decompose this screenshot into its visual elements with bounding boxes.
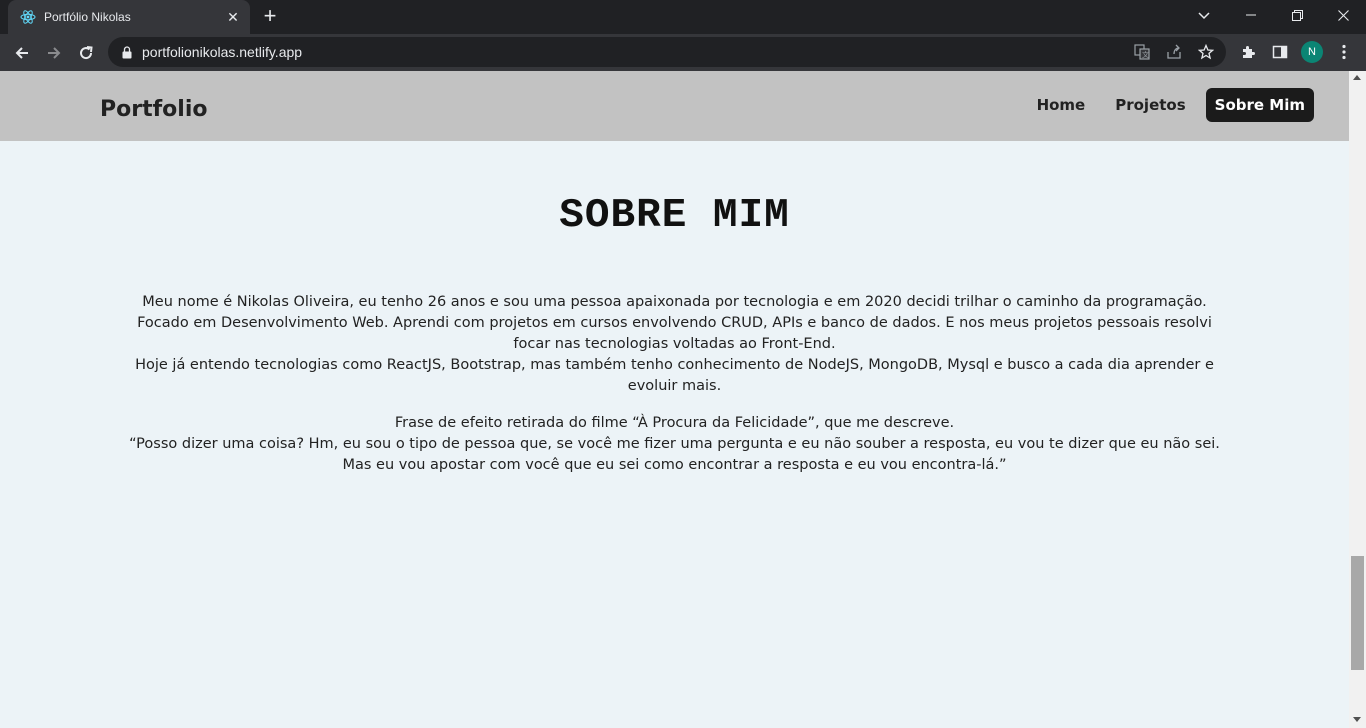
scroll-down-arrow-icon[interactable]: [1353, 717, 1361, 722]
extensions-puzzle-icon[interactable]: [1234, 37, 1262, 67]
share-icon[interactable]: [1162, 40, 1186, 64]
page-scrollbar[interactable]: [1349, 71, 1366, 728]
about-paragraph-1: Meu nome é Nikolas Oliveira, eu tenho 26…: [137, 294, 1212, 352]
menu-kebab-icon[interactable]: [1330, 37, 1358, 67]
url-text[interactable]: portfolionikolas.netlify.app: [142, 44, 1130, 60]
browser-tab[interactable]: Portfólio Nikolas ✕: [8, 0, 250, 34]
avatar: N: [1301, 41, 1323, 63]
site-navbar: Portfolio Home Projetos Sobre Mim: [0, 71, 1349, 141]
movie-quote: “Posso dizer uma coisa? Hm, eu sou o tip…: [129, 436, 1220, 473]
forward-button[interactable]: [38, 37, 70, 69]
new-tab-button[interactable]: +: [258, 5, 282, 29]
tab-close-icon[interactable]: ✕: [224, 8, 242, 26]
restore-button[interactable]: [1274, 0, 1320, 30]
address-bar[interactable]: portfolionikolas.netlify.app 文: [108, 37, 1226, 67]
bookmark-star-icon[interactable]: [1194, 40, 1218, 64]
profile-avatar[interactable]: N: [1298, 37, 1326, 67]
page-title: SOBRE MIM: [559, 193, 790, 239]
lock-icon[interactable]: [120, 45, 134, 59]
site-brand[interactable]: Portfolio: [100, 97, 208, 122]
about-content: Meu nome é Nikolas Oliveira, eu tenho 26…: [125, 292, 1224, 476]
page-viewport: Portfolio Home Projetos Sobre Mim SOBRE …: [0, 71, 1366, 728]
react-favicon-icon: [20, 9, 36, 25]
site-menu: Home Projetos Sobre Mim: [1017, 88, 1314, 122]
back-button[interactable]: [6, 37, 38, 69]
close-window-button[interactable]: [1320, 0, 1366, 30]
browser-toolbar: portfolionikolas.netlify.app 文 N: [0, 34, 1366, 71]
scroll-thumb[interactable]: [1351, 556, 1364, 670]
svg-text:文: 文: [1142, 50, 1149, 59]
side-panel-icon[interactable]: [1266, 37, 1294, 67]
nav-link-projetos[interactable]: Projetos: [1105, 88, 1195, 122]
about-paragraph-2: Hoje já entendo tecnologias como ReactJS…: [135, 357, 1214, 394]
nav-link-home[interactable]: Home: [1027, 88, 1096, 122]
scroll-up-arrow-icon[interactable]: [1353, 75, 1361, 80]
tab-strip: Portfólio Nikolas ✕ +: [0, 0, 1366, 34]
tab-title: Portfólio Nikolas: [44, 10, 131, 24]
tab-search-chevron-icon[interactable]: [1192, 6, 1216, 26]
nav-link-sobre-mim[interactable]: Sobre Mim: [1205, 88, 1314, 122]
reload-button[interactable]: [70, 37, 102, 69]
minimize-button[interactable]: [1228, 0, 1274, 30]
quote-intro: Frase de efeito retirada do filme “À Pro…: [394, 415, 955, 431]
translate-icon[interactable]: 文: [1130, 40, 1154, 64]
